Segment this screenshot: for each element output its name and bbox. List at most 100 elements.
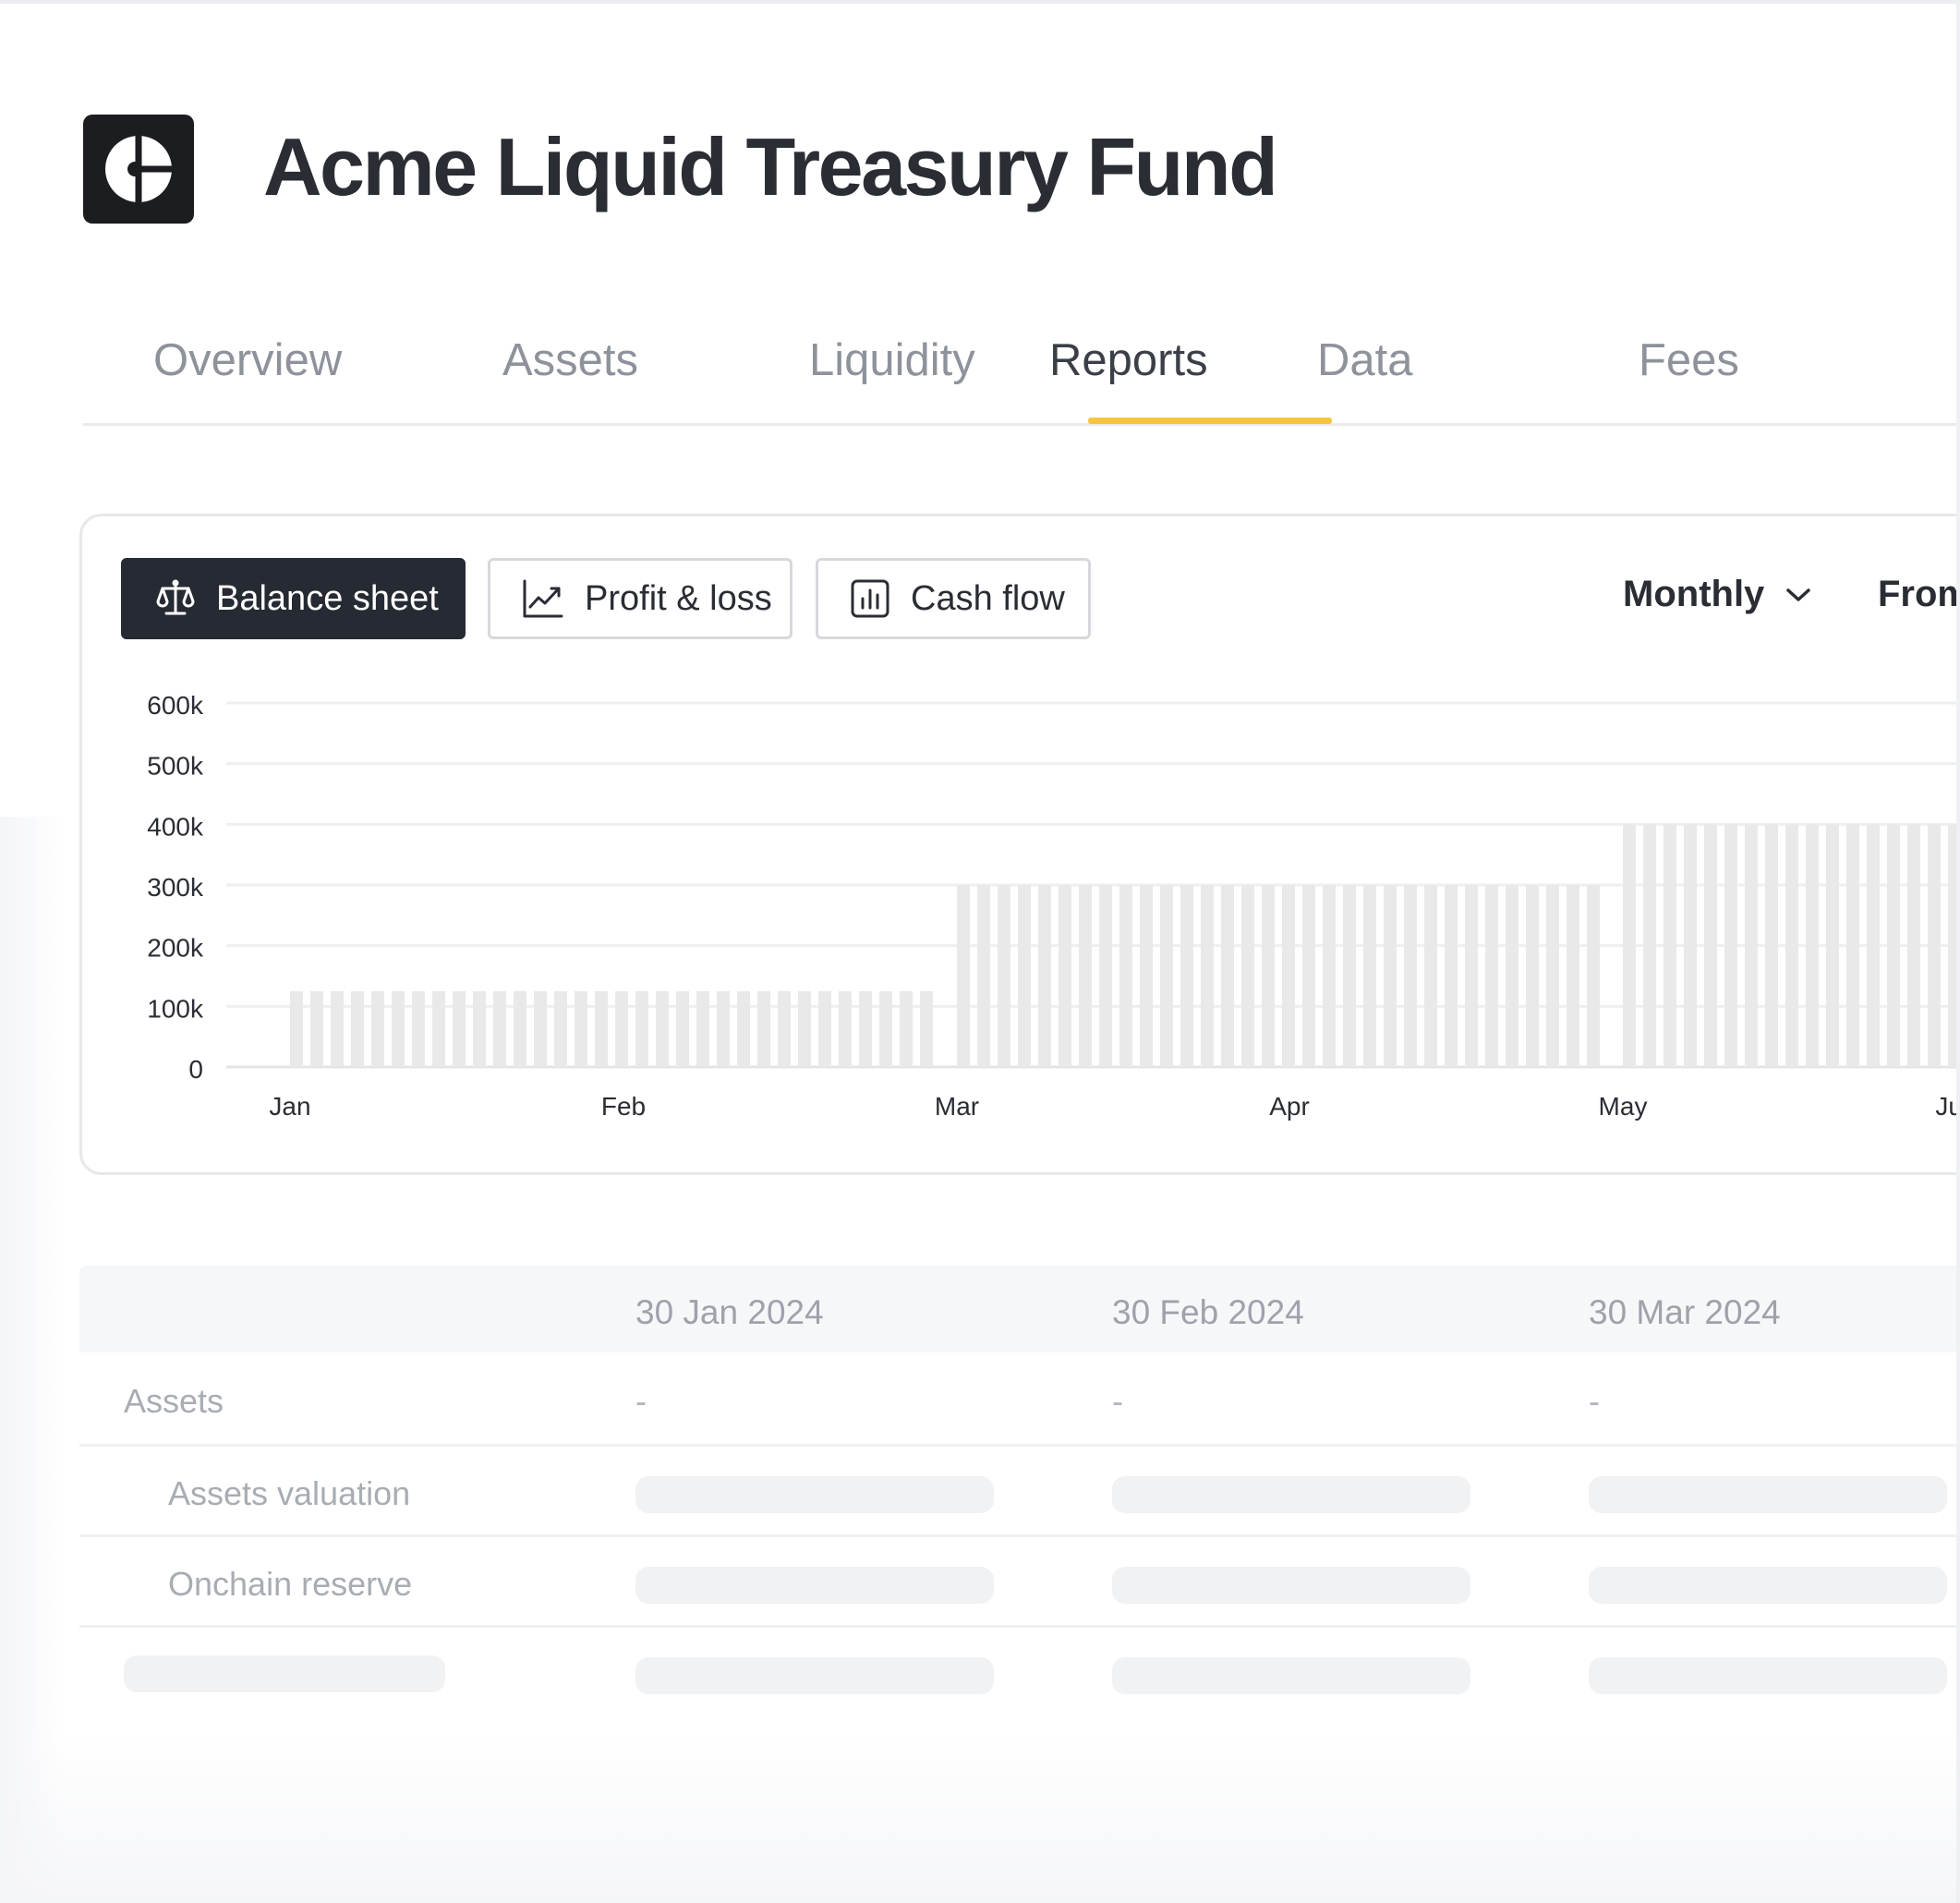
loading-placeholder <box>1112 1476 1470 1513</box>
chart-bar <box>1846 824 1859 1067</box>
chart-bar <box>331 990 344 1067</box>
table-cell: - <box>1589 1382 1600 1420</box>
chart-bar <box>493 990 506 1067</box>
tab-bar: Overview Assets Liquidity Reports Data F… <box>83 314 1960 426</box>
chart-bar <box>757 990 770 1067</box>
period-dropdown[interactable]: Monthly <box>1623 574 1812 615</box>
chart-bar <box>1282 885 1295 1067</box>
chart-bar <box>1643 824 1656 1067</box>
page-title: Acme Liquid Treasury Fund <box>263 121 1278 212</box>
y-tick-label: 400k <box>147 812 204 841</box>
chart-bar <box>1038 885 1051 1067</box>
chart-bar <box>1302 885 1315 1067</box>
balance-sheet-button[interactable]: Balance sheet <box>121 558 466 639</box>
y-tick-label: 100k <box>147 994 204 1023</box>
chart-bar <box>839 990 852 1067</box>
x-tick-label: Jan <box>269 1092 310 1121</box>
y-tick-label: 200k <box>147 934 204 963</box>
chart-bar <box>717 990 730 1067</box>
row-label-onchain-reserve: Onchain reserve <box>168 1565 413 1603</box>
chart-bar <box>1119 885 1132 1067</box>
chart-bar <box>635 990 648 1067</box>
chart-bar <box>1785 824 1798 1067</box>
table-cell: - <box>1112 1382 1123 1420</box>
date-range-from[interactable]: From <box>1878 574 1960 615</box>
loading-placeholder <box>635 1657 994 1694</box>
active-tab-indicator <box>1088 418 1332 424</box>
tab-liquidity[interactable]: Liquidity <box>809 333 975 388</box>
loading-placeholder <box>1112 1657 1470 1694</box>
bar-chart-icon <box>851 579 889 618</box>
period-label: Monthly <box>1623 574 1765 614</box>
column-header-feb: 30 Feb 2024 <box>1112 1293 1304 1331</box>
tabs-divider <box>83 423 1960 426</box>
chart-bar <box>1018 885 1031 1067</box>
tab-data[interactable]: Data <box>1317 333 1413 388</box>
chart-bar <box>737 990 750 1067</box>
chart-bar <box>1867 824 1880 1067</box>
chart-bar <box>1745 824 1758 1067</box>
chart-bar <box>615 990 628 1067</box>
chart-bar <box>1201 885 1214 1067</box>
chart-bar <box>392 990 405 1067</box>
table-row[interactable]: Onchain reserve <box>79 1537 1960 1628</box>
tab-reports[interactable]: Reports <box>1049 333 1208 388</box>
chart-bar <box>1343 885 1356 1067</box>
tab-assets[interactable]: Assets <box>502 333 638 388</box>
tab-overview[interactable]: Overview <box>153 333 342 388</box>
chart-bar <box>371 990 384 1067</box>
column-header-jan: 30 Jan 2024 <box>635 1293 824 1331</box>
balance-table: 30 Jan 2024 30 Feb 2024 30 Mar 2024 Asse… <box>79 1266 1960 1727</box>
loading-placeholder <box>635 1567 994 1604</box>
loading-placeholder <box>1589 1476 1947 1513</box>
chart-bar <box>1664 824 1676 1067</box>
table-cell: - <box>635 1382 647 1420</box>
chart-bar <box>1465 885 1478 1067</box>
chart-bar <box>1887 824 1900 1067</box>
loading-placeholder <box>124 1655 445 1692</box>
column-header-mar: 30 Mar 2024 <box>1589 1293 1781 1331</box>
chart-bar <box>998 885 1010 1067</box>
loading-placeholder <box>1589 1657 1947 1694</box>
chart-bar <box>290 990 303 1067</box>
chart-bar <box>1907 824 1920 1067</box>
edge-fade <box>0 1731 1960 1903</box>
chart-bar <box>1363 885 1376 1067</box>
chart-bar <box>957 885 970 1067</box>
chart-bar <box>676 990 689 1067</box>
chart-bar <box>879 990 892 1067</box>
chart-bar <box>920 990 933 1067</box>
chart-bar <box>1424 885 1437 1067</box>
y-tick-label: 500k <box>147 752 204 781</box>
y-tick-label: 0 <box>188 1055 203 1084</box>
chart-bar <box>1404 885 1417 1067</box>
table-row[interactable] <box>79 1628 1960 1718</box>
report-chart-card: 0 100k 200k 300k 400k 500k 600k Jan Feb Mar Apr May… <box>79 514 1960 1175</box>
chart-bar <box>310 990 323 1067</box>
row-label-assets-valuation: Assets valuation <box>168 1474 411 1512</box>
loading-placeholder <box>1112 1567 1470 1604</box>
chart-bar <box>977 885 990 1067</box>
tab-fees[interactable]: Fees <box>1639 333 1739 388</box>
chart-bar <box>1099 885 1112 1067</box>
chart-bar <box>1241 885 1254 1067</box>
chart-bar <box>575 990 587 1067</box>
chart-bar <box>412 990 425 1067</box>
trend-up-icon <box>523 579 563 618</box>
chart-bar <box>1546 885 1559 1067</box>
profit-loss-label: Profit & loss <box>585 578 772 618</box>
loading-placeholder <box>635 1476 994 1513</box>
chart-bar <box>1160 885 1173 1067</box>
cash-flow-button[interactable]: Cash flow <box>816 558 1091 639</box>
profit-loss-button[interactable]: Profit & loss <box>488 558 792 639</box>
chart-bar <box>1221 885 1234 1067</box>
chart-bar <box>1623 824 1636 1067</box>
chart-bar <box>798 990 811 1067</box>
table-row[interactable]: Assets - - - <box>79 1352 1960 1447</box>
chevron-down-icon <box>1786 588 1811 601</box>
chart-bar <box>696 990 709 1067</box>
table-row[interactable]: Assets valuation <box>79 1447 1960 1537</box>
y-tick-label: 300k <box>147 873 204 902</box>
chart-bar <box>1826 824 1839 1067</box>
chart-bar <box>595 990 608 1067</box>
